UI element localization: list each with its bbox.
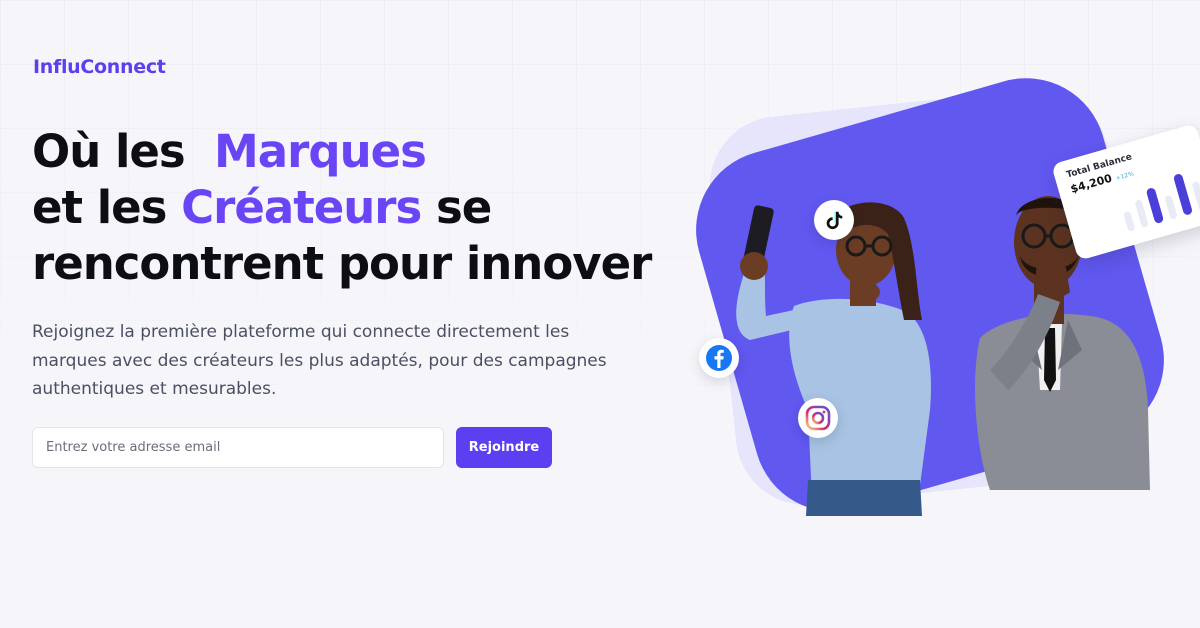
headline-accent-creators: Créateurs: [181, 181, 422, 234]
instagram-icon: [805, 405, 831, 431]
headline-line3: rencontrent pour innover: [32, 237, 652, 290]
hero-headline: Où les Marques et les Créateurs se renco…: [32, 124, 672, 292]
woman-figure: [736, 202, 931, 516]
headline-accent-brands: Marques: [214, 125, 427, 178]
join-button[interactable]: Rejoindre: [456, 427, 552, 468]
instagram-badge: [798, 398, 838, 438]
hero-illustration: Total Balance $4,200 +12%: [677, 59, 1200, 531]
tiktok-icon: [826, 211, 843, 230]
headline-text: et les: [32, 181, 167, 234]
tiktok-badge: [814, 200, 854, 240]
headline-line2: et les Créateurs se: [32, 181, 492, 234]
brand-logo[interactable]: InfluConnect: [33, 56, 166, 78]
hero-subtitle: Rejoignez la première plateforme qui con…: [32, 322, 607, 399]
facebook-badge: [699, 338, 739, 378]
headline-text: se: [435, 181, 492, 234]
facebook-icon: [706, 345, 732, 371]
headline-line1: Où les Marques: [32, 125, 427, 178]
headline-text: Où les: [32, 125, 186, 178]
people-illustration: [736, 196, 1150, 516]
email-input[interactable]: [32, 427, 444, 468]
